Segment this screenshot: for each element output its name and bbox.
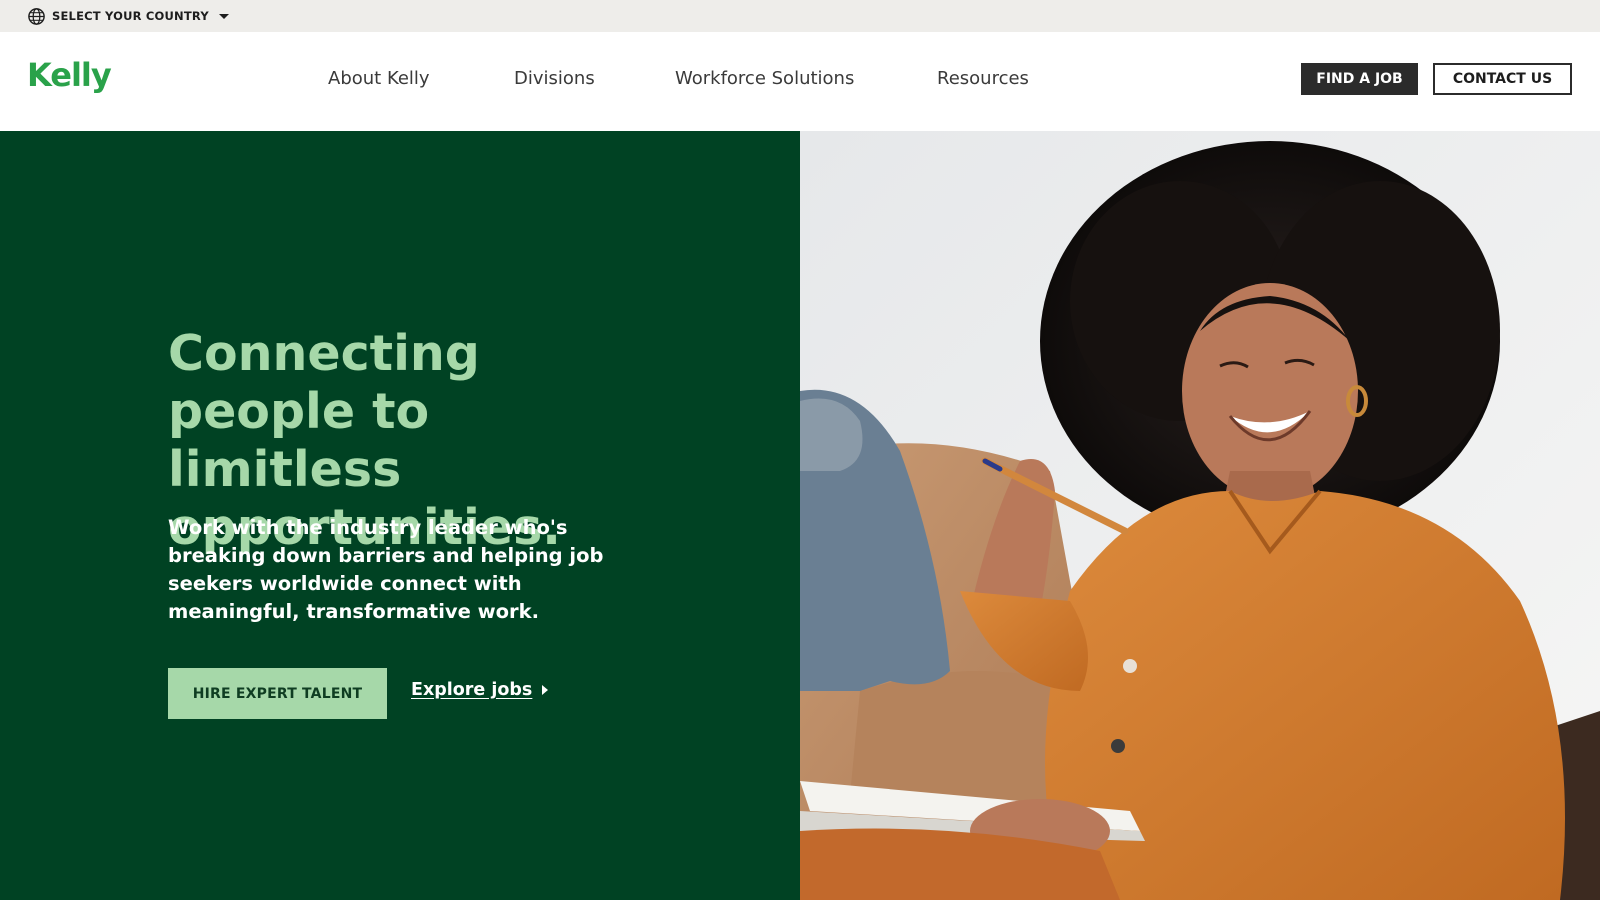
nav-item-resources[interactable]: Resources [937,68,1029,89]
woman-with-notebook-illustration [800,131,1600,900]
find-a-job-button[interactable]: FIND A JOB [1301,63,1418,95]
caret-down-icon [218,13,229,19]
hero-subtitle: Work with the industry leader who's brea… [168,516,604,623]
country-selector[interactable]: SELECT YOUR COUNTRY [27,7,229,26]
explore-jobs-link[interactable]: Explore jobs [411,680,549,700]
country-select-label: SELECT YOUR COUNTRY [52,9,209,23]
contact-us-button[interactable]: CONTACT US [1433,63,1572,95]
nav-item-divisions[interactable]: Divisions [514,68,595,89]
hire-expert-talent-button[interactable]: HIRE EXPERT TALENT [168,668,387,719]
site-header: Kelly About Kelly Divisions Workforce So… [0,32,1600,131]
nav-item-workforce-solutions[interactable]: Workforce Solutions [675,68,854,89]
caret-right-icon [542,685,549,695]
hero-photo [800,131,1600,900]
nav-item-about-kelly[interactable]: About Kelly [328,68,430,89]
hero-panel: Connecting people to limitless opportuni… [0,131,800,900]
globe-icon [28,7,45,25]
utility-bar: SELECT YOUR COUNTRY [0,0,1600,32]
explore-jobs-label: Explore jobs [411,680,533,700]
